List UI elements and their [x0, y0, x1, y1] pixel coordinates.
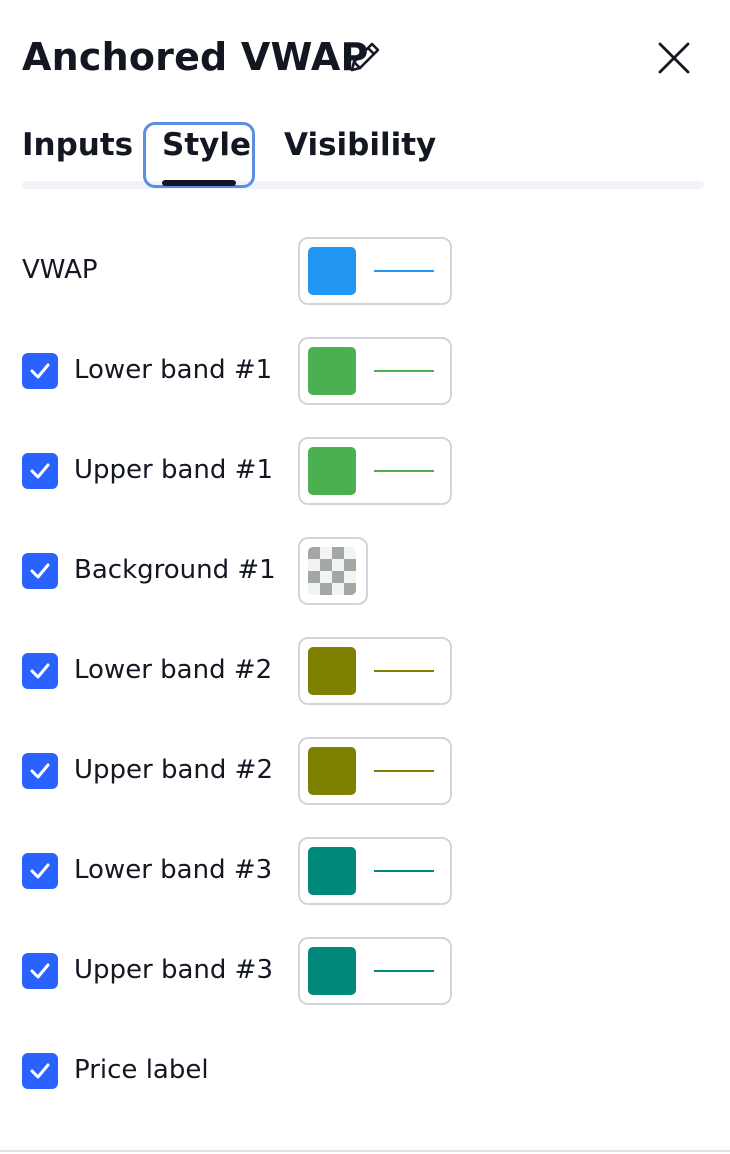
line-style-sample [374, 270, 434, 272]
check-icon [30, 963, 50, 979]
row-label: Lower band #2 [74, 655, 273, 685]
tab-active-indicator [162, 180, 236, 186]
line-style-sample [374, 770, 434, 772]
close-icon [658, 42, 690, 74]
dialog-header: Anchored VWAP [22, 30, 708, 86]
color-line-picker[interactable] [298, 937, 452, 1005]
style-row-upper-band-3: Upper band #3 [22, 937, 482, 1005]
style-row-upper-band-1: Upper band #1 [22, 437, 482, 505]
style-row-price-label: Price label [22, 1037, 482, 1105]
check-icon [30, 463, 50, 479]
tab-style[interactable]: Style [162, 124, 251, 166]
style-row-lower-band-3: Lower band #3 [22, 837, 482, 905]
color-swatch [308, 947, 356, 995]
check-icon [30, 563, 50, 579]
background-color-picker[interactable] [298, 537, 368, 605]
pencil-icon[interactable] [346, 38, 384, 76]
tab-inputs[interactable]: Inputs [22, 124, 133, 166]
color-swatch [308, 647, 356, 695]
checkbox[interactable] [22, 953, 58, 989]
check-icon [30, 863, 50, 879]
style-row-lower-band-2: Lower band #2 [22, 637, 482, 705]
line-style-sample [374, 470, 434, 472]
row-label: Upper band #2 [74, 755, 273, 785]
checkbox[interactable] [22, 453, 58, 489]
checkbox[interactable] [22, 853, 58, 889]
color-line-picker[interactable] [298, 437, 452, 505]
check-icon [30, 1063, 50, 1079]
color-line-picker[interactable] [298, 737, 452, 805]
tab-visibility[interactable]: Visibility [284, 124, 436, 166]
checkbox[interactable] [22, 553, 58, 589]
footer-divider [0, 1150, 730, 1152]
color-line-picker[interactable] [298, 337, 452, 405]
color-swatch [308, 447, 356, 495]
color-swatch [308, 847, 356, 895]
check-icon [30, 663, 50, 679]
style-row-lower-band-1: Lower band #1 [22, 337, 482, 405]
style-row-vwap: VWAP [22, 237, 482, 305]
row-label: Background #1 [74, 555, 276, 585]
checkbox[interactable] [22, 653, 58, 689]
row-label: Upper band #3 [74, 955, 273, 985]
dialog-title: Anchored VWAP [22, 35, 369, 79]
check-icon [30, 763, 50, 779]
tab-track [22, 181, 704, 189]
color-swatch [308, 247, 356, 295]
color-swatch [308, 747, 356, 795]
color-swatch [308, 347, 356, 395]
color-line-picker[interactable] [298, 637, 452, 705]
style-row-background-1: Background #1 [22, 537, 482, 605]
transparent-checker-swatch [308, 547, 356, 595]
checkbox[interactable] [22, 753, 58, 789]
row-label: Lower band #1 [74, 355, 273, 385]
row-label: VWAP [22, 255, 98, 285]
row-label: Lower band #3 [74, 855, 273, 885]
row-label: Upper band #1 [74, 455, 273, 485]
line-style-sample [374, 970, 434, 972]
close-button[interactable] [654, 38, 694, 78]
line-style-sample [374, 670, 434, 672]
line-style-sample [374, 370, 434, 372]
checkbox[interactable] [22, 1053, 58, 1089]
checkbox[interactable] [22, 353, 58, 389]
color-line-picker[interactable] [298, 237, 452, 305]
line-style-sample [374, 870, 434, 872]
check-icon [30, 363, 50, 379]
tab-bar: Inputs Style Visibility [22, 118, 704, 190]
color-line-picker[interactable] [298, 837, 452, 905]
style-row-upper-band-2: Upper band #2 [22, 737, 482, 805]
row-label: Price label [74, 1055, 209, 1085]
